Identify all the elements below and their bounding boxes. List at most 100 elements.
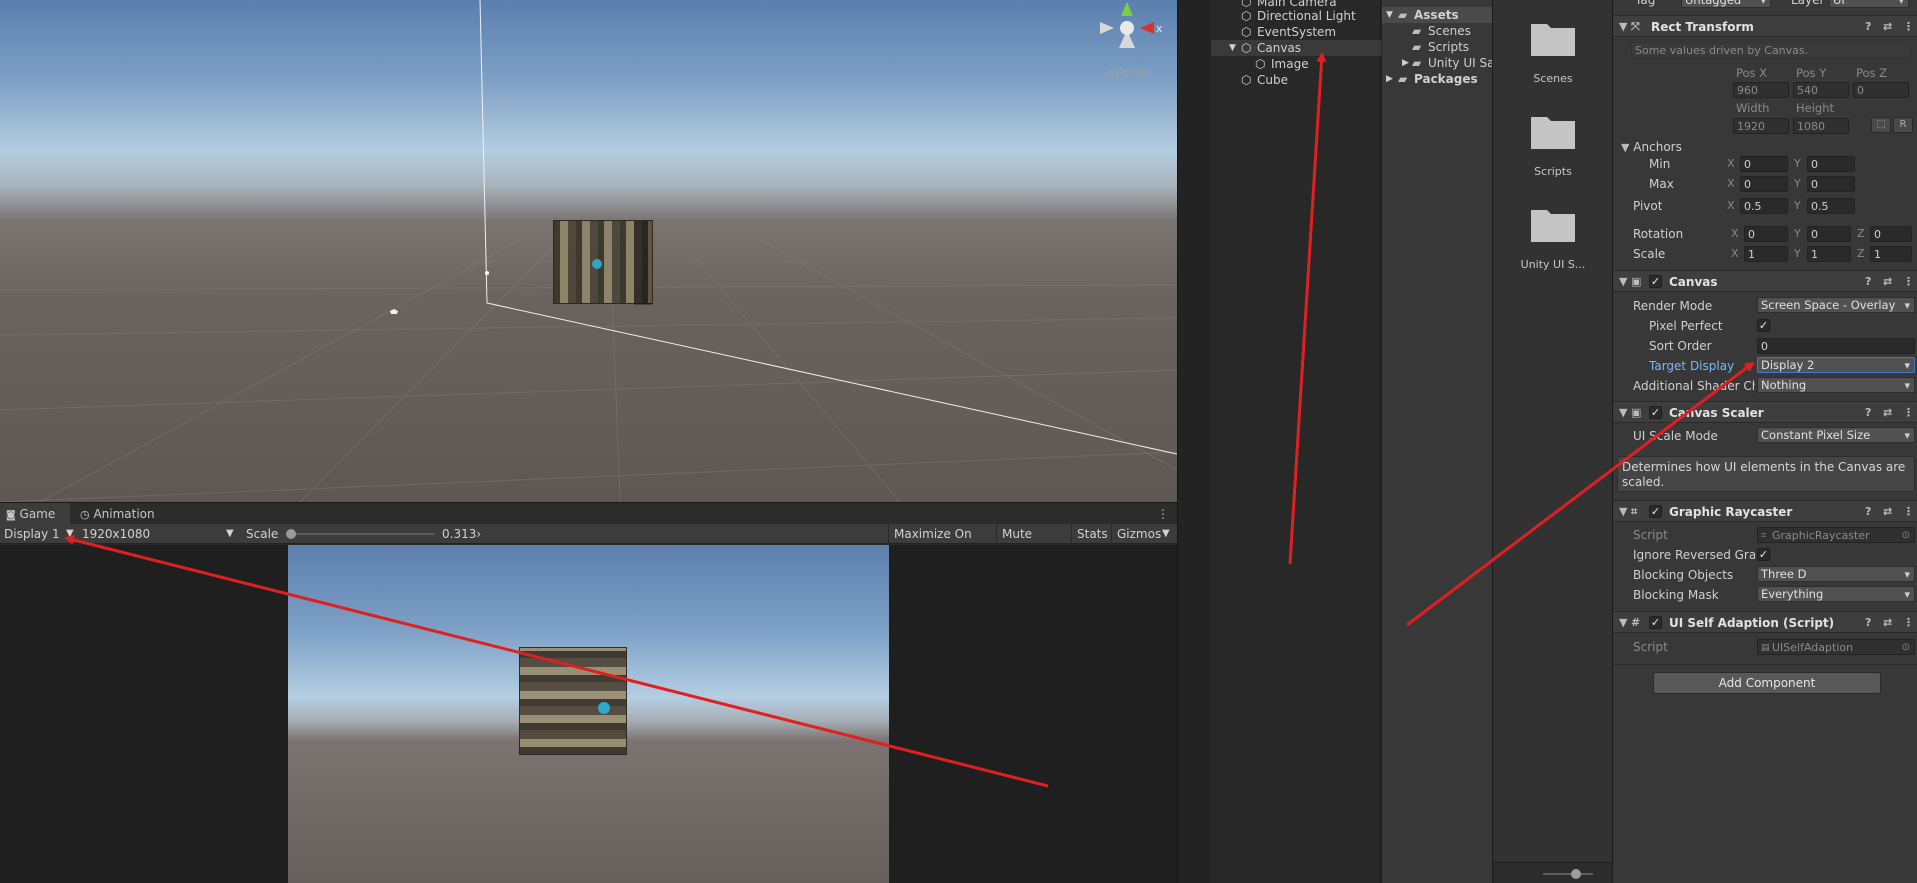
ignore-reversed-checkbox[interactable]: ✓	[1757, 548, 1770, 561]
canvas-scaler-header[interactable]: ▼ ▣ ✓ Canvas Scaler ? ⇄ ⋮	[1613, 401, 1917, 423]
anchors-min-x-field[interactable]: 0	[1740, 156, 1788, 172]
project-item-packages[interactable]: ▶ ▰ Packages	[1382, 71, 1492, 87]
pivot-x-field[interactable]: 0.5	[1740, 198, 1788, 214]
fold-triangle-icon[interactable]: ▼	[1619, 612, 1627, 634]
resolution-dropdown[interactable]: 1920x1080 ▼	[82, 524, 237, 544]
pos-x-field[interactable]: 960	[1733, 82, 1789, 98]
adaption-script-field[interactable]: ▤ UISelfAdaption ⊙	[1757, 639, 1915, 655]
object-picker-icon[interactable]: ⊙	[1902, 640, 1910, 654]
fold-triangle-icon[interactable]: ▼	[1619, 402, 1627, 424]
project-item-scripts[interactable]: ▰ Scripts	[1382, 39, 1492, 55]
display-dropdown[interactable]: Display 1 ▼	[4, 524, 78, 544]
gizmos-button[interactable]: Gizmos	[1111, 524, 1161, 544]
anchors-foldout[interactable]: ▼ Anchors	[1621, 139, 1682, 155]
fold-triangle-icon[interactable]: ▼	[1619, 501, 1627, 523]
preset-icon[interactable]: ⇄	[1883, 16, 1892, 38]
target-display-dropdown[interactable]: Display 2	[1757, 357, 1915, 373]
sort-order-field[interactable]: 0	[1757, 338, 1915, 354]
orientation-gizmo[interactable]: x	[1092, 0, 1163, 60]
tab-game[interactable]: ◙ Game	[0, 503, 70, 525]
ui-self-adaption-enabled-checkbox[interactable]: ✓	[1649, 616, 1662, 629]
blueprint-mode-icon[interactable]: ⬚	[1871, 117, 1891, 133]
help-icon[interactable]: ?	[1865, 612, 1871, 634]
canvas-enabled-checkbox[interactable]: ✓	[1649, 275, 1662, 288]
persp-toggle[interactable]: <Persp	[1106, 66, 1149, 80]
pivot-y-field[interactable]: 0.5	[1807, 198, 1855, 214]
anchors-max-x-field[interactable]: 0	[1740, 176, 1788, 192]
hierarchy-item-canvas[interactable]: ▼ ⬡ Canvas	[1211, 40, 1381, 56]
game-render[interactable]	[288, 545, 889, 883]
help-icon[interactable]: ?	[1865, 16, 1871, 38]
zoom-slider-thumb[interactable]	[1571, 869, 1581, 879]
expand-triangle-icon[interactable]: ▼	[1386, 7, 1393, 23]
project-item-unity-ui-samples[interactable]: ▶ ▰ Unity UI Sa	[1382, 55, 1492, 71]
kebab-menu-icon[interactable]: ⋮	[1903, 501, 1914, 523]
more-options-icon[interactable]: ⋮	[1157, 503, 1169, 525]
preset-icon[interactable]: ⇄	[1883, 402, 1892, 424]
asset-folder-scripts[interactable]: Scripts	[1493, 111, 1613, 181]
mute-audio-button[interactable]: Mute Audio	[996, 524, 1071, 561]
rect-transform-header[interactable]: ▼ ⤧ Rect Transform ? ⇄ ⋮	[1613, 15, 1917, 37]
scale-slider-thumb[interactable]	[286, 529, 296, 539]
preset-icon[interactable]: ⇄	[1883, 271, 1892, 293]
blocking-mask-dropdown[interactable]: Everything	[1757, 586, 1915, 602]
fold-triangle-icon[interactable]: ▼	[1619, 271, 1627, 293]
height-field[interactable]: 1080	[1793, 118, 1849, 134]
canvas-header[interactable]: ▼ ▣ ✓ Canvas ? ⇄ ⋮	[1613, 270, 1917, 292]
hierarchy-item-directional-light[interactable]: ⬡ Directional Light	[1211, 8, 1381, 24]
render-mode-dropdown[interactable]: Screen Space - Overlay	[1757, 297, 1915, 313]
rotation-x-field[interactable]: 0	[1744, 226, 1788, 242]
scale-y-field[interactable]: 1	[1807, 246, 1851, 262]
add-component-button[interactable]: Add Component	[1653, 672, 1881, 694]
help-icon[interactable]: ?	[1865, 271, 1871, 293]
help-icon[interactable]: ?	[1865, 402, 1871, 424]
preset-icon[interactable]: ⇄	[1883, 612, 1892, 634]
graphic-raycaster-header[interactable]: ▼ ⌗ ✓ Graphic Raycaster ? ⇄ ⋮	[1613, 500, 1917, 522]
ui-self-adaption-header[interactable]: ▼ # ✓ UI Self Adaption (Script) ? ⇄ ⋮	[1613, 611, 1917, 633]
rotation-y-field[interactable]: 0	[1807, 226, 1851, 242]
project-item-assets[interactable]: ▼ ▰ Assets	[1382, 7, 1492, 23]
raw-edit-button[interactable]: R	[1893, 117, 1913, 133]
asset-folder-scenes[interactable]: Scenes	[1493, 18, 1613, 88]
rotation-z-field[interactable]: 0	[1870, 226, 1912, 242]
hierarchy-item-eventsystem[interactable]: ⬡ EventSystem	[1211, 24, 1381, 40]
pixel-perfect-checkbox[interactable]: ✓	[1757, 319, 1770, 332]
project-item-scenes[interactable]: ▰ Scenes	[1382, 23, 1492, 39]
anchors-max-y-field[interactable]: 0	[1807, 176, 1855, 192]
tab-animation[interactable]: ◷ Animation	[74, 503, 164, 525]
object-picker-icon[interactable]: ⊙	[1902, 528, 1910, 542]
width-field[interactable]: 1920	[1733, 118, 1789, 134]
preset-icon[interactable]: ⇄	[1883, 501, 1892, 523]
kebab-menu-icon[interactable]: ⋮	[1903, 612, 1914, 634]
scene-view[interactable]: x <Persp	[0, 0, 1177, 502]
stats-button[interactable]: Stats	[1071, 524, 1111, 544]
kebab-menu-icon[interactable]: ⋮	[1903, 271, 1914, 293]
expand-triangle-icon[interactable]: ▶	[1402, 55, 1409, 71]
layer-dropdown[interactable]: UI	[1829, 0, 1909, 8]
raycaster-script-field[interactable]: ⌗ GraphicRaycaster ⊙	[1757, 527, 1915, 543]
scale-slider-track[interactable]	[286, 529, 435, 539]
maximize-on-play-button[interactable]: Maximize On Play	[888, 524, 996, 561]
tag-dropdown[interactable]: Untagged	[1681, 0, 1771, 8]
expand-triangle-icon[interactable]: ▶	[1386, 71, 1393, 87]
blocking-objects-dropdown[interactable]: Three D	[1757, 566, 1915, 582]
pos-y-field[interactable]: 540	[1793, 82, 1849, 98]
hierarchy-item-image[interactable]: ⬡ Image	[1211, 56, 1381, 72]
shader-channels-dropdown[interactable]: Nothing	[1757, 377, 1915, 393]
expand-triangle-icon[interactable]: ▼	[1229, 40, 1236, 56]
graphic-raycaster-enabled-checkbox[interactable]: ✓	[1649, 505, 1662, 518]
scale-x-field[interactable]: 1	[1744, 246, 1788, 262]
help-icon[interactable]: ?	[1865, 501, 1871, 523]
canvas-scaler-enabled-checkbox[interactable]: ✓	[1649, 406, 1662, 419]
cube-object[interactable]	[553, 220, 653, 305]
fold-triangle-icon[interactable]: ▼	[1619, 16, 1627, 38]
hierarchy-item-cube[interactable]: ⬡ Cube	[1211, 72, 1381, 88]
kebab-menu-icon[interactable]: ⋮	[1903, 16, 1914, 38]
ui-scale-mode-dropdown[interactable]: Constant Pixel Size	[1757, 427, 1915, 443]
kebab-menu-icon[interactable]: ⋮	[1903, 402, 1914, 424]
pos-z-field[interactable]: 0	[1853, 82, 1909, 98]
anchors-min-y-field[interactable]: 0	[1807, 156, 1855, 172]
chevron-down-icon[interactable]: ▼	[1162, 524, 1176, 544]
asset-folder-unity-ui-samples[interactable]: Unity UI S...	[1493, 204, 1613, 274]
scale-z-field[interactable]: 1	[1870, 246, 1912, 262]
